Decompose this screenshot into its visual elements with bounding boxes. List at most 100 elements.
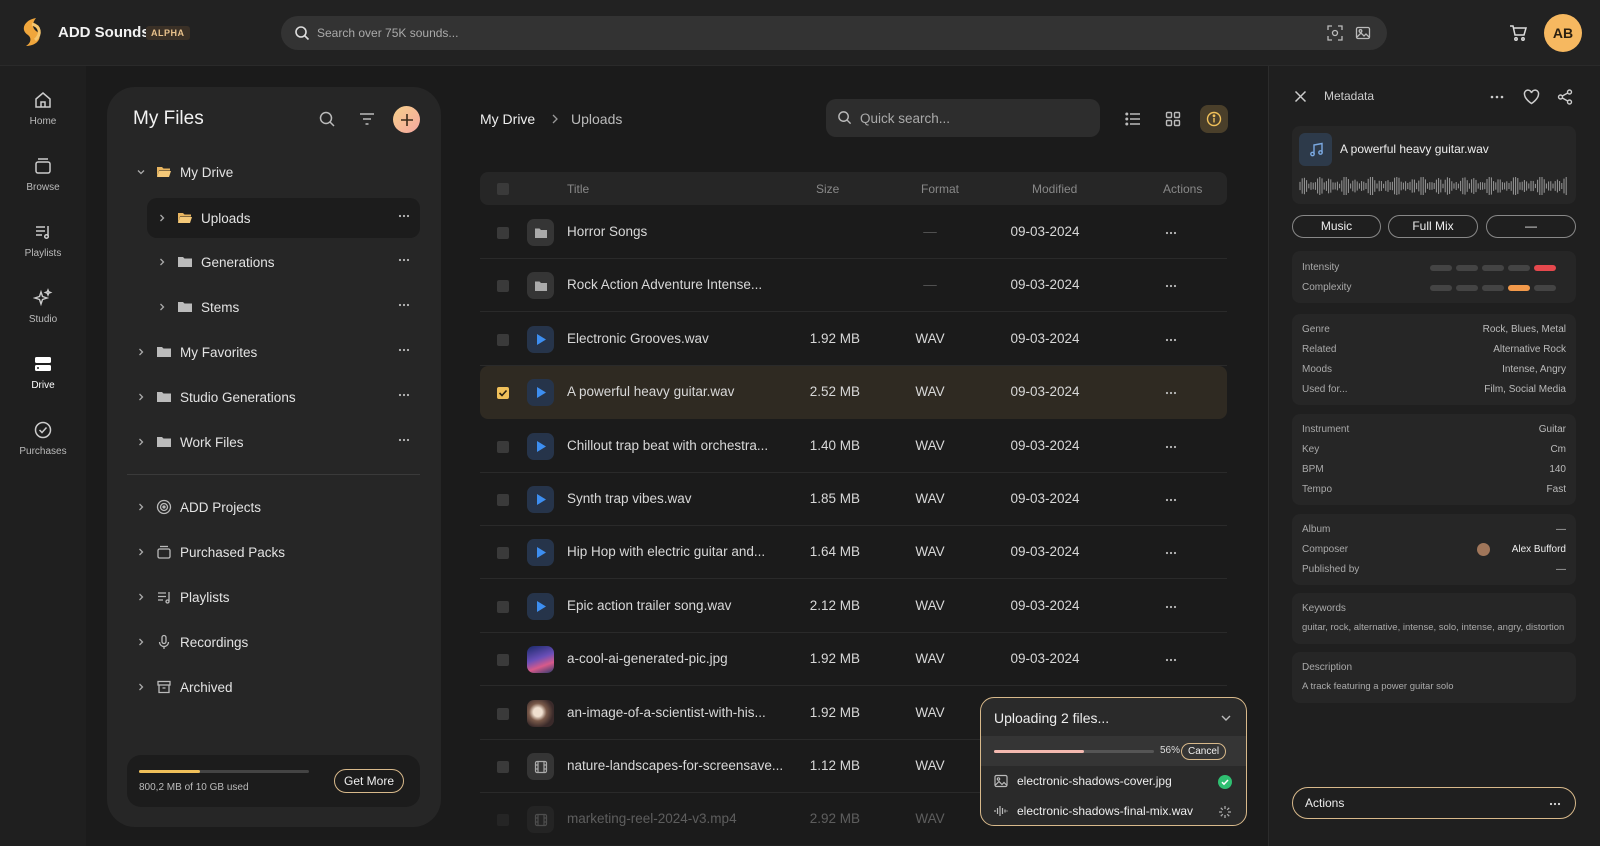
get-more-button[interactable]: Get More — [333, 769, 404, 793]
select-all-checkbox[interactable] — [497, 183, 509, 195]
row-title[interactable]: Horror Songs — [567, 224, 782, 239]
row-checkbox[interactable] — [497, 707, 509, 720]
row-checkbox[interactable] — [497, 227, 509, 239]
tree-item-uploads[interactable]: Uploads — [147, 198, 420, 238]
table-row[interactable]: Synth trap vibes.wav 1.85 MB WAV 09-03-2024 — [480, 473, 1227, 526]
nav-home[interactable]: Home — [0, 90, 86, 127]
row-checkbox[interactable] — [497, 547, 509, 560]
tag-music[interactable]: Music — [1292, 215, 1381, 238]
nav-browse[interactable]: Browse — [0, 156, 86, 193]
more-icon[interactable] — [1165, 391, 1177, 395]
tag-empty[interactable]: — — [1486, 215, 1576, 238]
row-checkbox[interactable] — [497, 814, 509, 827]
table-row[interactable]: A powerful heavy guitar.wav 2.52 MB WAV 09-… — [480, 366, 1227, 420]
actions-button[interactable]: Actions — [1292, 787, 1576, 819]
table-row[interactable]: Rock Action Adventure Intense... — 09-03-2… — [480, 259, 1227, 313]
row-thumbnail[interactable] — [527, 432, 554, 460]
nav-studio[interactable]: Studio — [0, 288, 86, 325]
table-row[interactable]: Chillout trap beat with orchestra... 1.40… — [480, 420, 1227, 473]
more-icon[interactable] — [1165, 605, 1177, 609]
table-row[interactable]: Horror Songs — 09-03-2024 — [480, 206, 1227, 259]
row-title[interactable]: Chillout trap beat with orchestra... — [567, 438, 782, 453]
tree-item-my-favorites[interactable]: My Favorites — [134, 332, 420, 372]
row-checkbox[interactable] — [497, 440, 509, 453]
cart-icon[interactable] — [1509, 24, 1527, 42]
more-icon[interactable] — [398, 258, 410, 262]
more-icon[interactable] — [1165, 551, 1177, 555]
nav-drive[interactable]: Drive — [0, 354, 86, 391]
row-checkbox[interactable] — [497, 600, 509, 613]
row-checkbox[interactable] — [497, 761, 509, 773]
more-icon[interactable] — [398, 348, 410, 352]
close-icon[interactable] — [1294, 90, 1307, 103]
row-title[interactable]: marketing-reel-2024-v3.mp4 — [567, 811, 782, 826]
tree-item-playlists[interactable]: Playlists — [134, 577, 420, 617]
tag-full-mix[interactable]: Full Mix — [1388, 215, 1478, 238]
tree-item-studio-generations[interactable]: Studio Generations — [134, 377, 420, 417]
tree-item-add-projects[interactable]: ADD Projects — [134, 487, 420, 527]
breadcrumb-current[interactable]: Uploads — [571, 111, 622, 127]
quick-search-input[interactable] — [860, 99, 1090, 137]
row-title[interactable]: an-image-of-a-scientist-with-his... — [567, 705, 782, 720]
share-icon[interactable] — [1557, 89, 1573, 105]
row-title[interactable]: a-cool-ai-generated-pic.jpg — [567, 651, 782, 666]
row-title[interactable]: Hip Hop with electric guitar and... — [567, 544, 782, 559]
more-icon[interactable] — [398, 214, 410, 218]
list-view-icon[interactable] — [1125, 111, 1141, 127]
quick-search[interactable] — [826, 99, 1100, 137]
info-button[interactable] — [1200, 105, 1228, 133]
row-thumbnail[interactable] — [527, 486, 554, 513]
more-icon[interactable] — [1165, 284, 1177, 288]
row-title[interactable]: Synth trap vibes.wav — [567, 491, 782, 506]
row-checkbox[interactable] — [497, 333, 509, 346]
more-icon[interactable] — [1165, 498, 1177, 502]
chevron-down-icon[interactable] — [1220, 712, 1232, 724]
row-thumbnail[interactable] — [527, 325, 554, 353]
more-icon[interactable] — [1490, 95, 1504, 99]
row-title[interactable]: Rock Action Adventure Intense... — [567, 277, 782, 292]
global-search[interactable] — [281, 16, 1387, 50]
user-avatar[interactable]: AB — [1544, 14, 1582, 52]
row-title[interactable]: Epic action trailer song.wav — [567, 598, 782, 613]
column-format[interactable]: Format — [921, 182, 959, 196]
tree-item-recordings[interactable]: Recordings — [134, 622, 420, 662]
more-icon[interactable] — [398, 393, 410, 397]
row-checkbox[interactable] — [497, 387, 509, 400]
more-icon[interactable] — [1165, 231, 1177, 235]
grid-view-icon[interactable] — [1165, 111, 1181, 127]
image-search-icon[interactable] — [1355, 25, 1371, 41]
table-row[interactable]: Epic action trailer song.wav 2.12 MB WAV 09… — [480, 580, 1227, 633]
column-modified[interactable]: Modified — [1032, 182, 1077, 196]
tree-item-stems[interactable]: Stems — [155, 287, 420, 327]
kv-value[interactable]: Alex Bufford — [1512, 544, 1566, 555]
more-icon[interactable] — [1165, 445, 1177, 449]
table-row[interactable]: a-cool-ai-generated-pic.jpg 1.92 MB WAV 09-… — [480, 633, 1227, 687]
waveform[interactable] — [1299, 177, 1569, 195]
filter-icon[interactable] — [358, 110, 376, 128]
tree-item-archived[interactable]: Archived — [134, 667, 420, 707]
row-thumbnail[interactable] — [527, 592, 554, 620]
column-title[interactable]: Title — [567, 182, 589, 196]
heart-icon[interactable] — [1523, 89, 1540, 105]
tree-item-my-drive[interactable]: My Drive — [134, 152, 420, 192]
search-icon[interactable] — [318, 110, 336, 128]
nav-playlists[interactable]: Playlists — [0, 222, 86, 259]
cancel-upload-button[interactable]: Cancel — [1181, 743, 1227, 760]
more-icon[interactable] — [398, 438, 410, 442]
more-icon[interactable] — [1165, 338, 1177, 342]
table-row[interactable]: Electronic Grooves.wav 1.92 MB WAV 09-03-20… — [480, 313, 1227, 366]
row-title[interactable]: Electronic Grooves.wav — [567, 331, 782, 346]
tree-item-purchased-packs[interactable]: Purchased Packs — [134, 532, 420, 572]
row-thumbnail[interactable] — [527, 539, 554, 567]
search-input[interactable] — [317, 16, 1217, 50]
row-checkbox[interactable] — [497, 494, 509, 506]
nav-purchases[interactable]: Purchases — [0, 420, 86, 457]
table-row[interactable]: Hip Hop with electric guitar and... 1.64 … — [480, 526, 1227, 580]
row-checkbox[interactable] — [497, 654, 509, 667]
more-icon[interactable] — [1165, 658, 1177, 662]
column-size[interactable]: Size — [816, 182, 839, 196]
scan-icon[interactable] — [1327, 25, 1343, 41]
more-icon[interactable] — [398, 303, 410, 307]
row-checkbox[interactable] — [497, 280, 509, 293]
add-button[interactable] — [393, 106, 420, 133]
